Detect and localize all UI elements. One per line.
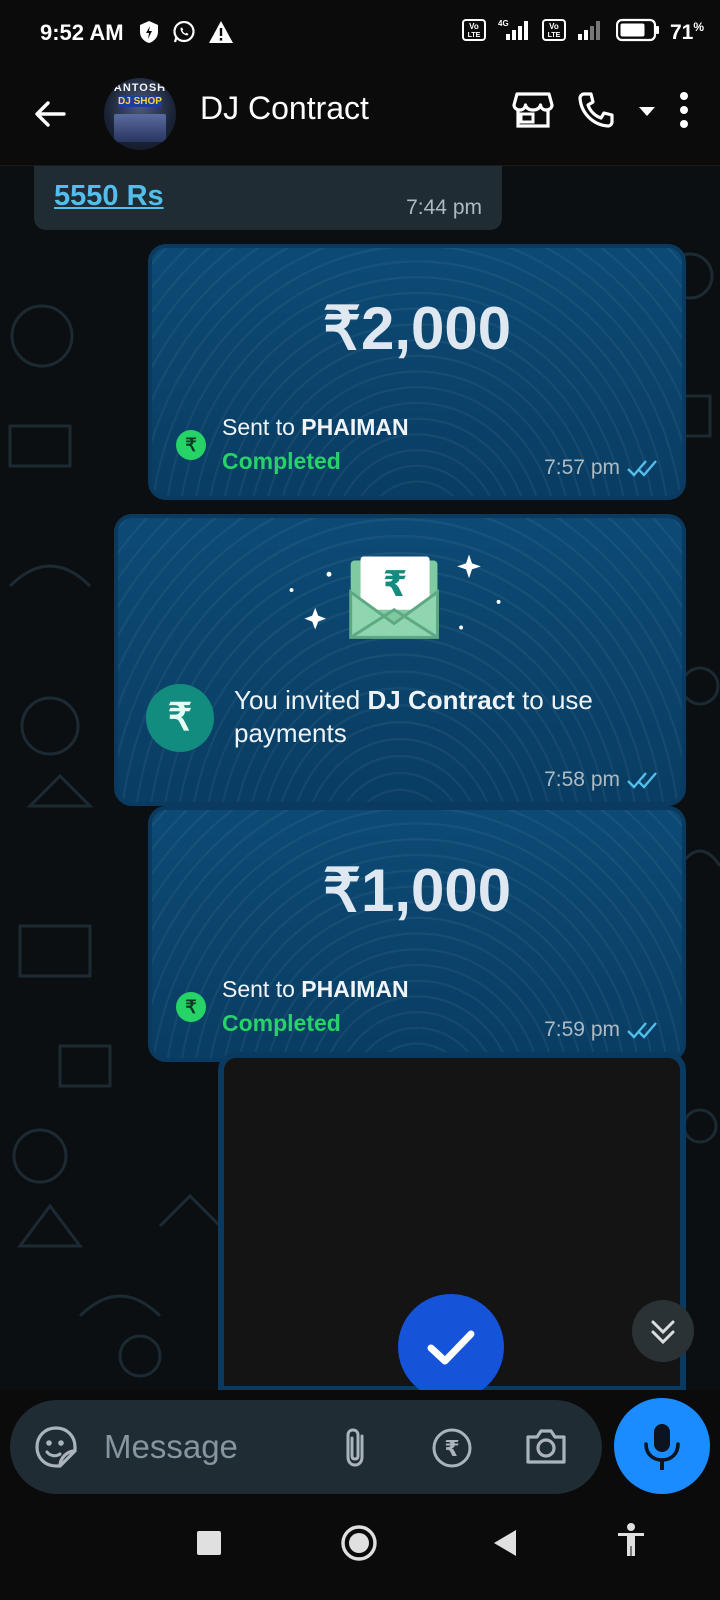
payment-amount: ₹1,000: [322, 857, 512, 924]
payment-time-text: 7:59 pm: [544, 1018, 620, 1041]
microphone-icon: [644, 1424, 680, 1470]
triangle-back-icon: [494, 1530, 516, 1556]
attach-button[interactable]: [338, 1426, 372, 1475]
phone-icon: [578, 92, 614, 128]
svg-text:4G: 4G: [498, 19, 509, 28]
contact-avatar[interactable]: ANTOSH DJ SHOP: [104, 78, 176, 150]
payment-recipient-line: Sent to PHAIMAN: [222, 414, 409, 441]
payment-recipient-line: Sent to PHAIMAN: [222, 976, 409, 1003]
recipient-name: PHAIMAN: [301, 976, 409, 1002]
call-options-dropdown[interactable]: [638, 104, 656, 122]
storefront-icon: [512, 92, 554, 128]
confirm-button[interactable]: [398, 1294, 504, 1390]
message-input[interactable]: [104, 1422, 324, 1472]
paperclip-icon: [346, 1428, 364, 1467]
more-vert-icon: [680, 92, 688, 128]
svg-text:Vo: Vo: [549, 22, 559, 31]
message-link[interactable]: 5550 Rs: [54, 180, 164, 213]
status-icons-right: Vo LTE 4G Vo LTE 71%: [461, 18, 704, 47]
whatsapp-icon: [172, 20, 196, 49]
sent-to-label: Sent to: [222, 976, 302, 1002]
signal-sim2-icon: [576, 18, 606, 47]
message-composer: ₹: [10, 1400, 602, 1494]
payment-status: Completed: [222, 448, 341, 474]
status-icons-left: [138, 20, 234, 49]
rupee-circle-outline-icon: ₹: [432, 1428, 472, 1468]
avatar-text-top: ANTOSH: [113, 82, 167, 94]
double-chevron-down-icon: [651, 1320, 675, 1345]
recent-apps-button[interactable]: [196, 1530, 222, 1561]
invite-contact: DJ Contract: [367, 685, 515, 715]
battery-value: 71: [669, 21, 694, 44]
payment-time-text: 7:57 pm: [544, 456, 620, 479]
envelope-illustration: ₹: [289, 554, 501, 639]
home-button[interactable]: [340, 1524, 378, 1567]
payment-time: 7:59 pm: [544, 1018, 658, 1042]
signal-sim1-icon: 4G: [496, 18, 532, 47]
payment-invite-card[interactable]: ₹ ₹ You invited DJ Contract to use payme…: [114, 514, 686, 806]
back-nav-button[interactable]: [492, 1528, 518, 1563]
camera-button[interactable]: [524, 1426, 568, 1471]
warning-icon: [208, 20, 234, 49]
rupee-icon: ₹: [176, 430, 206, 460]
voice-message-button[interactable]: [614, 1398, 710, 1494]
invite-time-text: 7:58 pm: [544, 768, 620, 791]
back-button[interactable]: [28, 92, 72, 136]
status-bar: 9:52 AM Vo LTE 4G Vo LTE 71%: [0, 0, 720, 70]
payment-card[interactable]: ₹1,000 ₹ Sent to PHAIMAN Completed 7:59 …: [148, 806, 686, 1062]
double-check-icon: [627, 460, 657, 477]
voice-call-button[interactable]: [576, 90, 616, 135]
volte-sim1-icon: Vo LTE: [461, 19, 486, 46]
double-check-icon: [627, 1022, 657, 1039]
business-catalog-button[interactable]: [512, 90, 554, 135]
payment-card[interactable]: ₹2,000 ₹ Sent to PHAIMAN Completed 7:57 …: [148, 244, 686, 500]
back-arrow-icon: [35, 101, 66, 127]
svg-text:₹: ₹: [383, 564, 408, 605]
circle-icon: [341, 1525, 377, 1561]
incoming-message-bubble[interactable]: 5550 Rs 7:44 pm: [34, 166, 502, 230]
accessibility-button[interactable]: [616, 1522, 646, 1563]
status-time: 9:52 AM: [40, 20, 124, 45]
scroll-to-bottom-button[interactable]: [632, 1300, 694, 1362]
chat-area[interactable]: 5550 Rs 7:44 pm ₹2,000 ₹ Sent to PHAIMAN…: [0, 166, 720, 1390]
sent-to-label: Sent to: [222, 414, 302, 440]
svg-text:₹: ₹: [444, 1437, 459, 1462]
rupee-icon: ₹: [176, 992, 206, 1022]
recipient-name: PHAIMAN: [301, 414, 409, 440]
payment-status: Completed: [222, 1010, 341, 1036]
payment-amount: ₹2,000: [322, 295, 512, 362]
battery-unit: %: [693, 20, 704, 34]
accessibility-icon: [618, 1523, 644, 1556]
rupee-circle-icon: ₹: [146, 684, 214, 752]
chat-title[interactable]: DJ Contract: [200, 90, 369, 127]
more-options-button[interactable]: [678, 90, 690, 135]
payment-time: 7:57 pm: [544, 456, 658, 480]
invite-text: You invited DJ Contract to use payments: [234, 684, 654, 750]
message-time: 7:44 pm: [406, 196, 482, 219]
payment-button[interactable]: ₹: [430, 1426, 474, 1475]
avatar-text-mid: DJ SHOP: [118, 96, 162, 107]
battery-percent: 71%: [670, 20, 704, 45]
sticker-icon: [35, 1426, 77, 1468]
double-check-icon: [627, 772, 657, 789]
invite-prefix: You invited: [234, 685, 368, 715]
square-icon: [197, 1531, 221, 1555]
invite-time: 7:58 pm: [544, 768, 658, 792]
caret-down-icon: [639, 106, 655, 116]
check-icon: [427, 1330, 475, 1365]
svg-text:Vo: Vo: [469, 22, 479, 31]
data-saver-icon: [138, 20, 160, 49]
camera-icon: [526, 1429, 566, 1464]
avatar-stage-image: [114, 114, 166, 142]
sticker-button[interactable]: [34, 1425, 78, 1474]
battery-icon: [615, 18, 660, 47]
svg-text:LTE: LTE: [548, 32, 561, 39]
volte-sim2-icon: Vo LTE: [541, 19, 566, 46]
header-actions: [512, 90, 690, 135]
chat-header: ANTOSH DJ SHOP DJ Contract: [0, 70, 720, 166]
svg-text:LTE: LTE: [468, 32, 481, 39]
system-navigation-bar: [0, 1500, 720, 1600]
